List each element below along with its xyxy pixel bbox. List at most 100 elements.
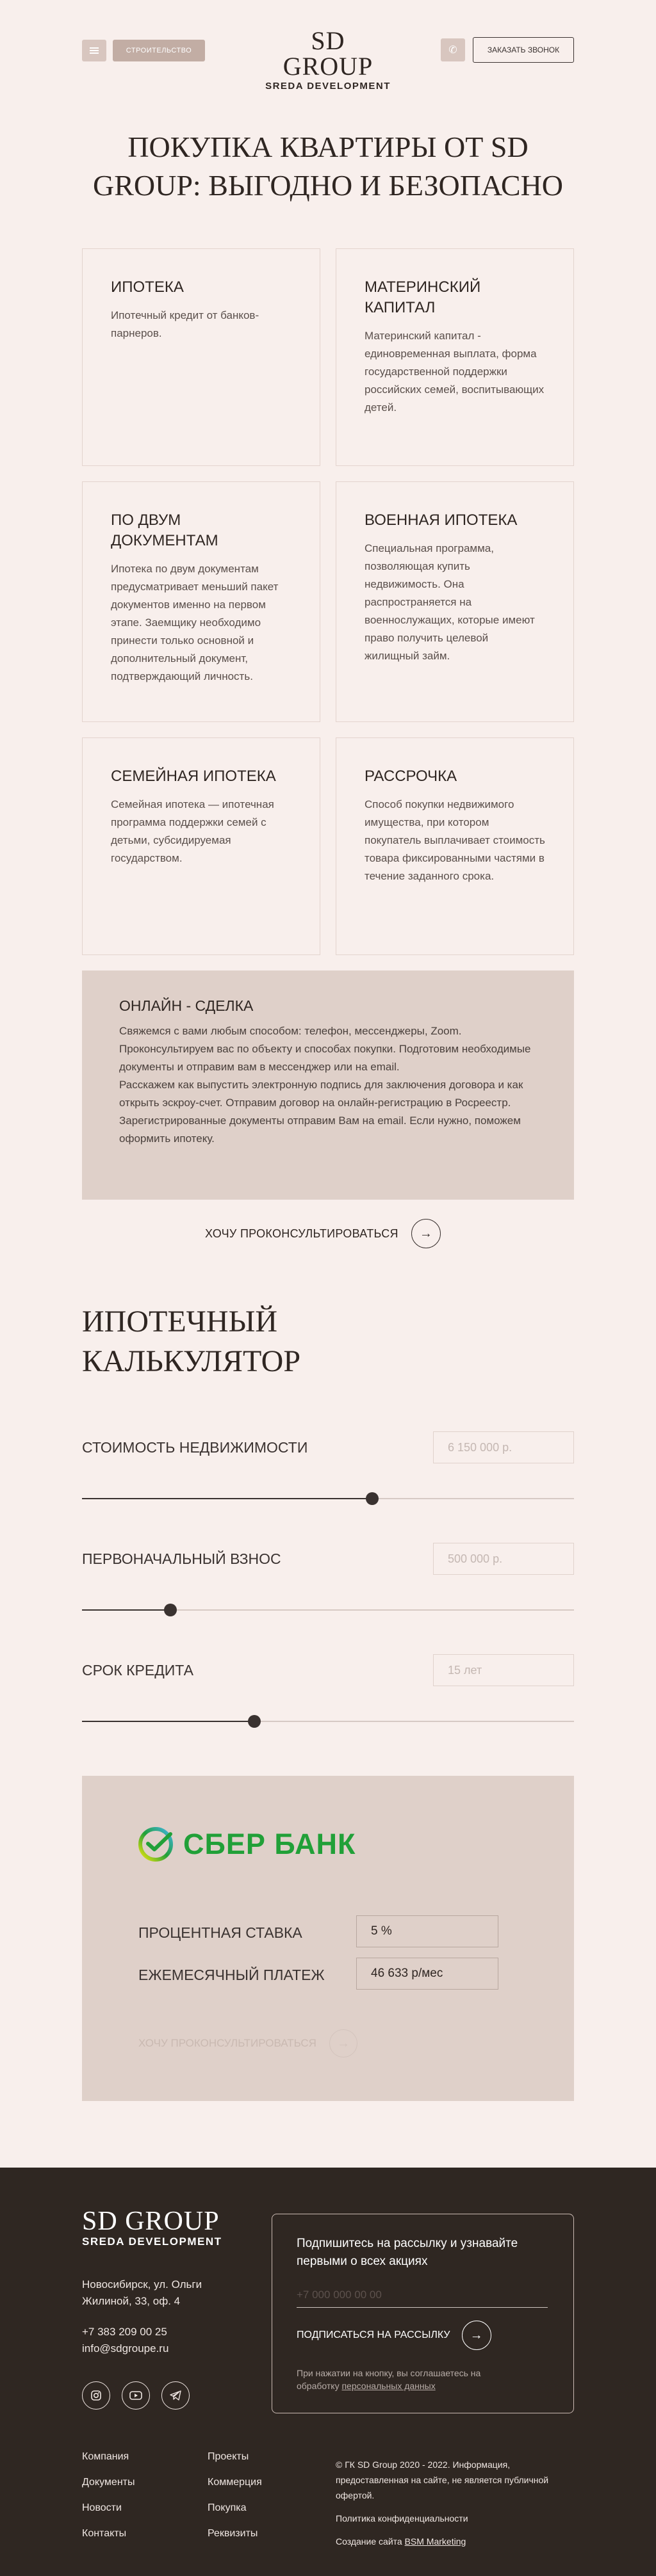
sber-logo: СБЕР БАНК bbox=[137, 1826, 356, 1863]
card-title: ВОЕННАЯ ИПОТЕКА bbox=[365, 511, 518, 529]
bank-offer-block: СБЕР БАНК ПРОЦЕНТНАЯ СТАВКА 5 % ЕЖЕМЕСЯЧ… bbox=[82, 1776, 574, 2101]
calc-term-label: СРОК КРЕДИТА bbox=[82, 1662, 193, 1678]
arrow-right-icon: → bbox=[461, 2321, 491, 2350]
bank-consult-label: ХОЧУ ПРОКОНСУЛЬТИРОВАТЬСЯ bbox=[138, 2037, 316, 2049]
bank-payment-value: 46 633 р/мес bbox=[356, 1958, 498, 1990]
bank-name: СБЕР БАНК bbox=[183, 1828, 356, 1860]
footer-link-purchase[interactable]: Покупка bbox=[208, 2495, 262, 2521]
card-two-documents: ПО ДВУМ ДОКУМЕНТАМ Ипотека по двум докум… bbox=[82, 481, 320, 722]
calc-price-input[interactable]: 6 150 000 р. bbox=[433, 1431, 574, 1463]
subscribe-form: Подпишитесь на рассылку и узнавайте перв… bbox=[272, 2214, 574, 2413]
calc-term-row: СРОК КРЕДИТА 15 лет bbox=[82, 1654, 574, 1731]
slider-handle[interactable] bbox=[366, 1492, 379, 1505]
footer-link-news[interactable]: Новости bbox=[82, 2495, 135, 2521]
consult-label: ХОЧУ ПРОКОНСУЛЬТИРОВАТЬСЯ bbox=[205, 1227, 398, 1240]
calculator-title: ИПОТЕЧНЫЙ КАЛЬКУЛЯТОР bbox=[82, 1302, 351, 1381]
card-installment: РАССРОЧКА Способ покупки недвижимого иму… bbox=[336, 737, 574, 955]
calc-down-payment-label: ПЕРВОНАЧАЛЬНЫЙ ВЗНОС bbox=[82, 1550, 281, 1567]
subscribe-phone-input[interactable] bbox=[297, 2282, 548, 2308]
footer-logo-sub: SREDA DEVELOPMENT bbox=[82, 2235, 222, 2248]
subscribe-title: Подпишитесь на рассылку и узнавайте перв… bbox=[297, 2237, 518, 2268]
bank-payment-label: ЕЖЕМЕСЯЧНЫЙ ПЛАТЕЖ bbox=[138, 1967, 325, 1983]
privacy-policy-link[interactable]: Политика конфиденциальности bbox=[336, 2511, 574, 2526]
online-deal-block: ОНЛАЙН - СДЕЛКА Свяжемся с вами любым сп… bbox=[82, 970, 574, 1200]
footer-logo-main: SD GROUP bbox=[82, 2207, 220, 2236]
card-text: Способ покупки недвижимого имущества, пр… bbox=[365, 798, 545, 882]
card-text: Семейная ипотека — ипотечная программа п… bbox=[111, 798, 274, 864]
consult-button[interactable]: ХОЧУ ПРОКОНСУЛЬТИРОВАТЬСЯ → bbox=[205, 1218, 441, 1250]
sber-check-icon bbox=[138, 1827, 173, 1862]
bank-consult-button[interactable]: ХОЧУ ПРОКОНСУЛЬТИРОВАТЬСЯ → bbox=[138, 2029, 357, 2057]
site-logo[interactable]: SD GROUP SREDA DEVELOPMENT bbox=[264, 28, 392, 92]
footer-links-col-1: Компания Документы Новости Контакты bbox=[82, 2444, 135, 2547]
footer-link-documents[interactable]: Документы bbox=[82, 2470, 135, 2495]
card-text: Материнский капитал - единовременная вып… bbox=[365, 330, 545, 414]
card-title: РАССРОЧКА bbox=[365, 768, 457, 785]
card-title: ПО ДВУМ ДОКУМЕНТАМ bbox=[111, 511, 218, 549]
calc-down-payment-slider[interactable] bbox=[82, 1604, 574, 1616]
site-footer: SD GROUP SREDA DEVELOPMENT Новосибирск, … bbox=[0, 2168, 656, 2576]
footer-logo[interactable]: SD GROUP SREDA DEVELOPMENT bbox=[82, 2207, 222, 2248]
card-military-mortgage: ВОЕННАЯ ИПОТЕКА Специальная программа, п… bbox=[336, 481, 574, 722]
phone-icon: ✆ bbox=[448, 45, 457, 56]
subscribe-consent-note: При нажатии на кнопку, вы соглашаетесь н… bbox=[297, 2367, 502, 2392]
footer-contacts: +7 383 209 00 25 info@sdgroupe.ru bbox=[82, 2324, 168, 2357]
logo-sub-text: SREDA DEVELOPMENT bbox=[265, 81, 391, 92]
menu-button[interactable] bbox=[82, 40, 106, 61]
calc-price-row: СТОИМОСТЬ НЕДВИЖИМОСТИ 6 150 000 р. bbox=[82, 1431, 574, 1508]
footer-email[interactable]: info@sdgroupe.ru bbox=[82, 2340, 168, 2357]
calc-price-slider[interactable] bbox=[82, 1492, 574, 1505]
youtube-icon[interactable] bbox=[122, 2381, 150, 2410]
card-text: Ипотека по двум документам предусматрива… bbox=[111, 563, 279, 682]
address-line-1: Новосибирск, ул. Ольги bbox=[82, 2278, 202, 2290]
footer-link-company[interactable]: Компания bbox=[82, 2444, 135, 2470]
footer-link-commerce[interactable]: Коммерция bbox=[208, 2470, 262, 2495]
copyright-text: © ГК SD Group 2020 - 2022. Информация, п… bbox=[336, 2459, 549, 2500]
made-by: Создание сайта BSM Marketing bbox=[336, 2534, 574, 2549]
slider-fill bbox=[82, 1609, 171, 1611]
page-title: ПОКУПКА КВАРТИРЫ ОТ SD GROUP: ВЫГОДНО И … bbox=[92, 131, 564, 202]
calc-down-payment-input[interactable]: 500 000 р. bbox=[433, 1543, 574, 1575]
made-by-text: Создание сайта bbox=[336, 2536, 402, 2547]
footer-link-contacts[interactable]: Контакты bbox=[82, 2521, 135, 2547]
subscribe-button-label: ПОДПИСАТЬСЯ НА РАССЫЛКУ bbox=[297, 2330, 450, 2340]
bank-rate-value: 5 % bbox=[356, 1915, 498, 1947]
calculator-title-text: ИПОТЕЧНЫЙ КАЛЬКУЛЯТОР bbox=[82, 1305, 301, 1378]
slider-handle[interactable] bbox=[164, 1604, 177, 1616]
phone-button[interactable]: ✆ bbox=[441, 38, 465, 61]
slider-fill bbox=[82, 1721, 254, 1722]
footer-link-requisites[interactable]: Реквизиты bbox=[208, 2521, 262, 2547]
social-links bbox=[82, 2381, 190, 2410]
card-text: Специальная программа, позволяющая купит… bbox=[365, 542, 535, 662]
footer-links-col-2: Проекты Коммерция Покупка Реквизиты bbox=[208, 2444, 262, 2547]
footer-legal: © ГК SD Group 2020 - 2022. Информация, п… bbox=[336, 2457, 574, 2549]
bsm-marketing-link[interactable]: BSM Marketing bbox=[405, 2536, 466, 2547]
calc-term-input[interactable]: 15 лет bbox=[433, 1654, 574, 1686]
personal-data-link[interactable]: персональных данных bbox=[341, 2381, 435, 2391]
instagram-icon[interactable] bbox=[82, 2381, 110, 2410]
calc-term-slider[interactable] bbox=[82, 1715, 574, 1728]
telegram-icon[interactable] bbox=[161, 2381, 190, 2410]
arrow-right-icon: → bbox=[411, 1219, 441, 1248]
bank-rate-label: ПРОЦЕНТНАЯ СТАВКА bbox=[138, 1924, 302, 1941]
slider-fill bbox=[82, 1498, 373, 1499]
card-mortgage: ИПОТЕКА Ипотечный кредит от банков-парне… bbox=[82, 248, 320, 466]
calc-price-label: СТОИМОСТЬ НЕДВИЖИМОСТИ bbox=[82, 1439, 308, 1456]
address-line-2: Жилиной, 33, оф. 4 bbox=[82, 2295, 181, 2307]
subscribe-button[interactable]: ПОДПИСАТЬСЯ НА РАССЫЛКУ → bbox=[297, 2321, 491, 2350]
online-deal-text: Свяжемся с вами любым способом: телефон,… bbox=[119, 1025, 531, 1145]
slider-handle[interactable] bbox=[247, 1715, 261, 1728]
card-maternity-capital: МАТЕРИНСКИЙ КАПИТАЛ Материнский капитал … bbox=[336, 248, 574, 466]
card-family-mortgage: СЕМЕЙНАЯ ИПОТЕКА Семейная ипотека — ипот… bbox=[82, 737, 320, 955]
calc-down-payment-row: ПЕРВОНАЧАЛЬНЫЙ ВЗНОС 500 000 р. bbox=[82, 1543, 574, 1620]
hamburger-icon bbox=[90, 47, 99, 54]
site-header: строительство SD GROUP SREDA DEVELOPMENT… bbox=[0, 0, 656, 102]
online-deal-title: ОНЛАЙН - СДЕЛКА bbox=[119, 997, 254, 1014]
footer-link-projects[interactable]: Проекты bbox=[208, 2444, 262, 2470]
order-call-button[interactable]: заказать звонок bbox=[473, 37, 574, 63]
card-text: Ипотечный кредит от банков-парнеров. bbox=[111, 309, 259, 339]
footer-phone[interactable]: +7 383 209 00 25 bbox=[82, 2324, 168, 2340]
card-title: ИПОТЕКА bbox=[111, 278, 184, 296]
arrow-right-icon: → bbox=[329, 2029, 357, 2057]
category-button[interactable]: строительство bbox=[113, 40, 205, 61]
